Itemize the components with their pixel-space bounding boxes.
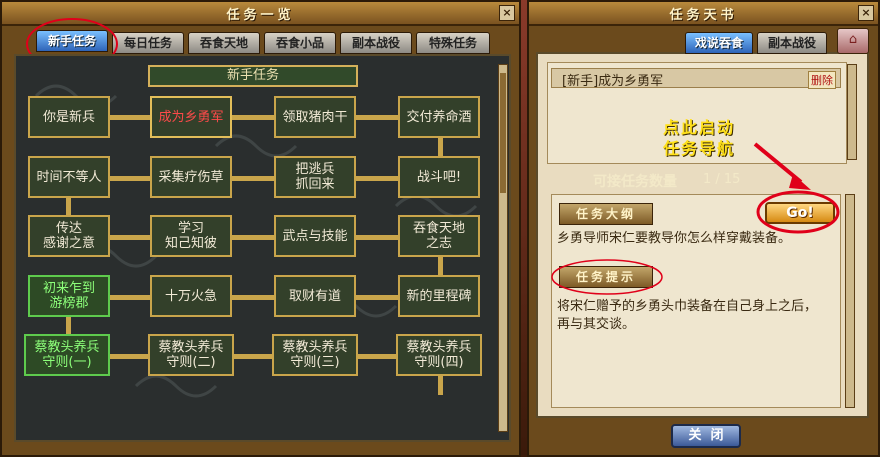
close-icon[interactable]: × <box>858 5 874 21</box>
connector <box>230 235 276 240</box>
scroll-thumb[interactable] <box>500 73 506 193</box>
quest-node[interactable]: 取财有道 <box>274 275 356 317</box>
annotation-arrow <box>753 142 811 190</box>
quest-node[interactable]: 传达 感谢之意 <box>28 215 110 257</box>
quest-entry-name[interactable]: [新手]成为乡勇军 <box>562 70 663 89</box>
quest-node[interactable]: 吞食天地 之志 <box>398 215 480 257</box>
quest-node[interactable]: 交付养命酒 <box>398 96 480 138</box>
tab-dungeon[interactable]: 副本战役 <box>340 32 412 54</box>
tab-daily[interactable]: 每日任务 <box>112 32 184 54</box>
quest-node[interactable]: 蔡教头养兵 守则(二) <box>148 334 234 376</box>
delete-button[interactable]: 删除 <box>808 71 836 89</box>
quest-node[interactable]: 时间不等人 <box>28 156 110 198</box>
quest-book-window: 任务天书 × 戏说吞食 副本战役 ⌂ [新手]成为乡勇军 删除 点此启动 任务导… <box>527 0 880 457</box>
annotation-circle-tip <box>551 259 663 295</box>
game-background-strip <box>521 0 527 457</box>
close-icon[interactable]: × <box>499 5 515 21</box>
connector <box>354 354 400 359</box>
quest-list-scrollbar[interactable] <box>847 64 857 160</box>
quest-tree-scrollbar[interactable] <box>498 64 508 432</box>
connector <box>354 295 400 300</box>
quest-node[interactable]: 新的里程碑 <box>398 275 480 317</box>
connector <box>106 235 152 240</box>
tab-dungeon-book[interactable]: 副本战役 <box>757 32 827 54</box>
quest-node[interactable]: 领取猪肉干 <box>274 96 356 138</box>
bag-icon[interactable]: ⌂ <box>837 28 869 54</box>
quest-node[interactable]: 你是新兵 <box>28 96 110 138</box>
quest-node-active[interactable]: 成为乡勇军 <box>150 96 232 138</box>
quest-count-label: 可接任务数量 <box>593 174 677 190</box>
connector <box>438 256 443 276</box>
connector <box>106 354 152 359</box>
quest-node[interactable]: 武点与技能 <box>274 215 356 257</box>
quest-node[interactable]: 战斗吧! <box>398 156 480 198</box>
connector <box>66 196 71 216</box>
tab-xishuo-tunshi[interactable]: 戏说吞食 <box>685 32 753 54</box>
quest-count-value: 1 / 15 <box>703 172 741 187</box>
connector <box>438 375 443 395</box>
section-title: 新手任务 <box>148 65 358 87</box>
detail-scrollbar[interactable] <box>845 194 855 408</box>
connector <box>230 295 276 300</box>
window-title: 任务天书 <box>669 8 738 23</box>
tip-text: 将宋仁赠予的乡勇头巾装备在自己身上之后，再与其交谈。 <box>557 299 818 332</box>
connector <box>230 115 276 120</box>
connector <box>66 316 71 336</box>
connector <box>106 295 152 300</box>
quest-node[interactable]: 蔡教头养兵 守则(三) <box>272 334 358 376</box>
quest-entry-row[interactable]: [新手]成为乡勇军 删除 <box>551 68 841 89</box>
outline-text: 乡勇导师宋仁要教导你怎么样穿戴装备。 <box>557 231 792 246</box>
quest-node[interactable]: 学习 知己知彼 <box>150 215 232 257</box>
tab-tunshi-tiandi[interactable]: 吞食天地 <box>188 32 260 54</box>
connector <box>106 115 152 120</box>
title-bar: 任务天书 × <box>529 2 878 26</box>
quest-node-completed[interactable]: 蔡教头养兵 守则(一) <box>24 334 110 376</box>
quest-node[interactable]: 蔡教头养兵 守则(四) <box>396 334 482 376</box>
annotation-circle-go <box>756 190 840 234</box>
connector <box>354 235 400 240</box>
tab-special[interactable]: 特殊任务 <box>416 32 490 54</box>
tab-tunshi-xiaopin[interactable]: 吞食小品 <box>264 32 336 54</box>
quest-list-window: 任务一览 × 新手任务 每日任务 吞食天地 吞食小品 副本战役 特殊任务 新手任… <box>0 0 521 457</box>
quest-node-completed[interactable]: 初来乍到 游榜郡 <box>28 275 110 317</box>
quest-node[interactable]: 把逃兵 抓回来 <box>274 156 356 198</box>
close-button[interactable]: 关 闭 <box>671 424 741 448</box>
connector <box>354 176 400 181</box>
connector <box>230 354 276 359</box>
connector <box>230 176 276 181</box>
navigation-hint-line2: 任务导航 <box>663 139 736 158</box>
quest-node[interactable]: 采集疗伤草 <box>150 156 232 198</box>
outline-label: 任务大纲 <box>559 203 653 225</box>
connector <box>438 136 443 156</box>
connector <box>106 176 152 181</box>
connector <box>354 115 400 120</box>
quest-node[interactable]: 十万火急 <box>150 275 232 317</box>
